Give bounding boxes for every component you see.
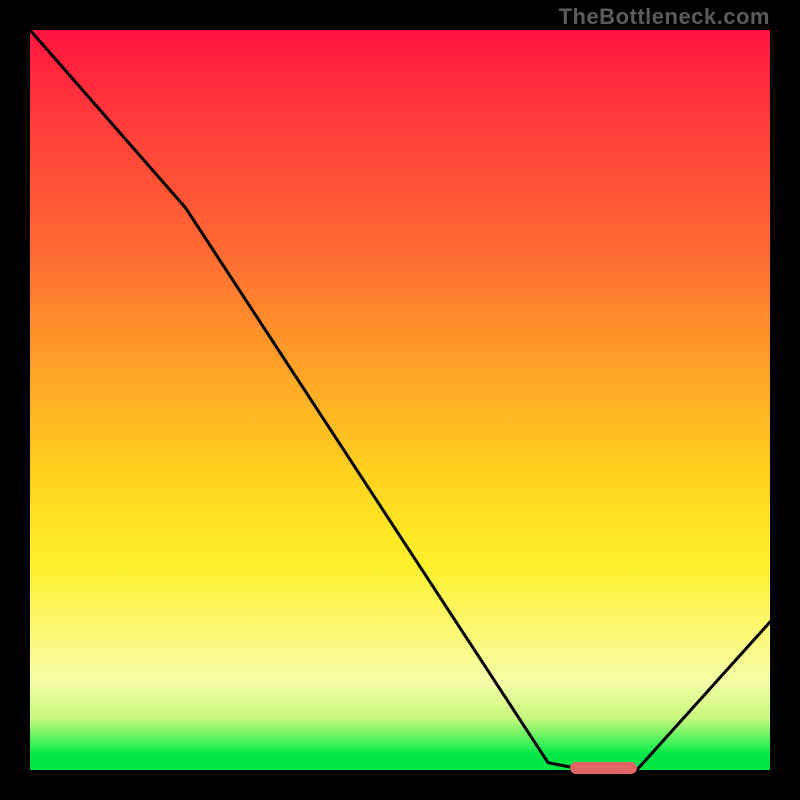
optimal-range-marker [570, 762, 637, 774]
plot-area [30, 30, 770, 770]
chart-frame: TheBottleneck.com [0, 0, 800, 800]
bottleneck-curve [30, 30, 770, 770]
watermark-text: TheBottleneck.com [559, 4, 770, 30]
